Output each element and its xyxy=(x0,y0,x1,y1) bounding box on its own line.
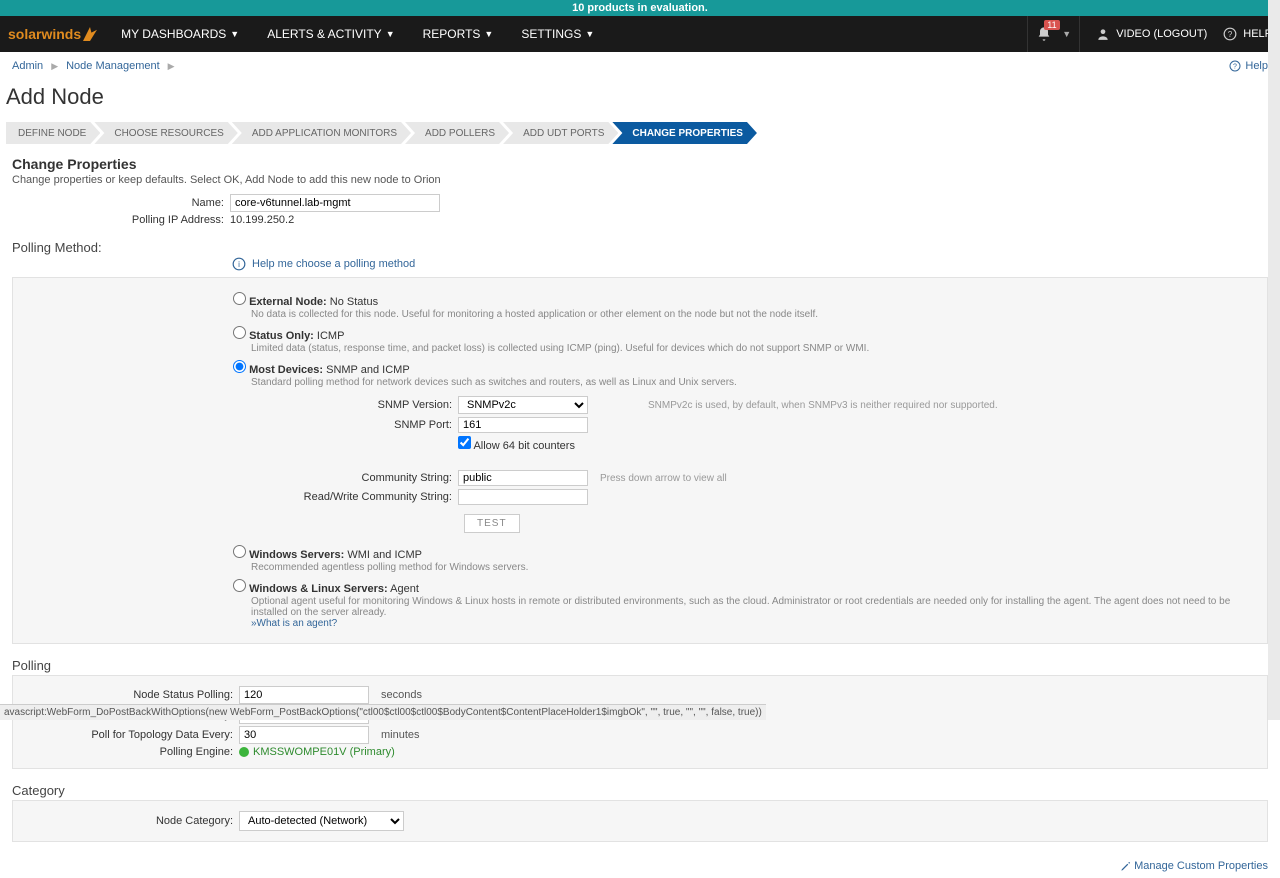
browser-status-bar: avascript:WebForm_DoPostBackWithOptions(… xyxy=(0,704,766,720)
snmp-version-label: SNMP Version: xyxy=(233,399,458,411)
status-dot-icon xyxy=(239,747,249,757)
top-nav: solarwinds MY DASHBOARDS▼ ALERTS & ACTIV… xyxy=(0,16,1280,52)
pm-agent[interactable]: Windows & Linux Servers: Agent xyxy=(233,583,419,595)
breadcrumb: Admin ▶ Node Management ▶ ? Help xyxy=(0,52,1280,80)
what-is-agent-link[interactable]: »What is an agent? xyxy=(251,618,1259,629)
help-choose-link[interactable]: i Help me choose a polling method xyxy=(232,257,1268,271)
topology-input[interactable] xyxy=(239,726,369,744)
pm-most-desc: Standard polling method for network devi… xyxy=(251,377,1259,388)
eval-banner: 10 products in evaluation. xyxy=(0,0,1280,16)
chevron-down-icon: ▼ xyxy=(585,29,594,39)
pm-status-desc: Limited data (status, response time, and… xyxy=(251,343,1259,354)
help-icon: ? xyxy=(1223,27,1237,41)
polling-engine-label: Polling Engine: xyxy=(21,746,239,758)
nav-settings[interactable]: SETTINGS▼ xyxy=(521,27,594,41)
node-status-unit: seconds xyxy=(381,689,422,701)
chevron-down-icon: ▼ xyxy=(230,29,239,39)
svg-text:?: ? xyxy=(1233,64,1237,71)
node-category-select[interactable]: Auto-detected (Network) xyxy=(239,811,404,831)
pm-status[interactable]: Status Only: ICMP xyxy=(233,330,344,342)
rw-community-input[interactable] xyxy=(458,489,588,505)
polling-method-head: Polling Method: xyxy=(12,240,1268,255)
ip-value: 10.199.250.2 xyxy=(230,214,294,226)
pm-agent-desc: Optional agent useful for monitoring Win… xyxy=(251,596,1259,618)
pm-most[interactable]: Most Devices: SNMP and ICMP xyxy=(233,364,410,376)
svg-text:i: i xyxy=(238,260,240,269)
page-title: Add Node xyxy=(0,80,1280,122)
topology-unit: minutes xyxy=(381,729,420,741)
test-button[interactable]: TEST xyxy=(464,514,520,533)
page-help-link[interactable]: ? Help xyxy=(1229,60,1268,72)
chevron-down-icon: ▼ xyxy=(386,29,395,39)
pencil-icon xyxy=(1120,861,1131,872)
breadcrumb-nodemgmt[interactable]: Node Management xyxy=(66,60,160,72)
help-button[interactable]: ? HELP xyxy=(1223,27,1272,41)
polling-method-box: External Node: No Status No data is coll… xyxy=(12,277,1268,644)
notifications[interactable]: 11 ▼ xyxy=(1027,16,1080,52)
logo: solarwinds xyxy=(8,26,97,42)
notification-badge: 11 xyxy=(1044,20,1059,30)
wizard-step-resources[interactable]: CHOOSE RESOURCES xyxy=(94,122,237,144)
community-string-hint: Press down arrow to view all xyxy=(600,473,727,484)
node-status-input[interactable] xyxy=(239,686,369,704)
rw-community-label: Read/Write Community String: xyxy=(233,491,458,503)
pm-external[interactable]: External Node: No Status xyxy=(233,296,378,308)
help-icon: ? xyxy=(1229,60,1241,72)
category-box: Node Category: Auto-detected (Network) xyxy=(12,800,1268,842)
wizard-step-monitors[interactable]: ADD APPLICATION MONITORS xyxy=(232,122,411,144)
chevron-down-icon: ▼ xyxy=(484,29,493,39)
wizard-step-define[interactable]: DEFINE NODE xyxy=(6,122,100,144)
user-icon xyxy=(1096,27,1110,41)
node-status-label: Node Status Polling: xyxy=(21,689,239,701)
community-string-input[interactable] xyxy=(458,470,588,486)
scrollbar[interactable] xyxy=(1268,0,1280,720)
name-input[interactable] xyxy=(230,194,440,212)
category-head: Category xyxy=(12,783,1268,798)
polling-box: Node Status Polling: seconds Collect Sta… xyxy=(12,675,1268,769)
section-title: Change Properties xyxy=(12,156,1268,172)
svg-text:?: ? xyxy=(1228,30,1233,39)
pm-windows[interactable]: Windows Servers: WMI and ICMP xyxy=(233,549,422,561)
user-menu[interactable]: VIDEO (LOGOUT) xyxy=(1096,27,1207,41)
section-desc: Change properties or keep defaults. Sele… xyxy=(12,174,1268,186)
node-category-label: Node Category: xyxy=(21,815,239,827)
snmp-port-input[interactable] xyxy=(458,417,588,433)
nav-reports[interactable]: REPORTS▼ xyxy=(423,27,494,41)
community-string-label: Community String: xyxy=(233,472,458,484)
wizard-step-udt[interactable]: ADD UDT PORTS xyxy=(503,122,618,144)
pm-external-desc: No data is collected for this node. Usef… xyxy=(251,309,1259,320)
nav-alerts[interactable]: ALERTS & ACTIVITY▼ xyxy=(267,27,394,41)
chevron-right-icon: ▶ xyxy=(168,61,175,72)
chevron-right-icon: ▶ xyxy=(51,61,58,72)
name-label: Name: xyxy=(12,197,230,209)
snmp-version-hint: SNMPv2c is used, by default, when SNMPv3… xyxy=(648,400,998,411)
snmp-port-label: SNMP Port: xyxy=(233,419,458,431)
chevron-down-icon: ▼ xyxy=(1062,29,1071,39)
topology-label: Poll for Topology Data Every: xyxy=(21,729,239,741)
ip-label: Polling IP Address: xyxy=(12,214,230,226)
polling-head: Polling xyxy=(12,658,1268,673)
nav-dashboards[interactable]: MY DASHBOARDS▼ xyxy=(121,27,239,41)
pm-windows-desc: Recommended agentless polling method for… xyxy=(251,562,1259,573)
manage-custom-properties-link[interactable]: Manage Custom Properties xyxy=(0,854,1280,878)
allow64-checkbox[interactable]: Allow 64 bit counters xyxy=(458,436,575,452)
wizard-steps: DEFINE NODE CHOOSE RESOURCES ADD APPLICA… xyxy=(6,122,1274,144)
breadcrumb-admin[interactable]: Admin xyxy=(12,60,43,72)
info-icon: i xyxy=(232,257,246,271)
wizard-step-properties[interactable]: CHANGE PROPERTIES xyxy=(612,122,757,144)
wizard-step-pollers[interactable]: ADD POLLERS xyxy=(405,122,509,144)
snmp-version-select[interactable]: SNMPv2c xyxy=(458,396,588,414)
polling-engine-link[interactable]: KMSSWOMPE01V (Primary) xyxy=(253,746,395,758)
